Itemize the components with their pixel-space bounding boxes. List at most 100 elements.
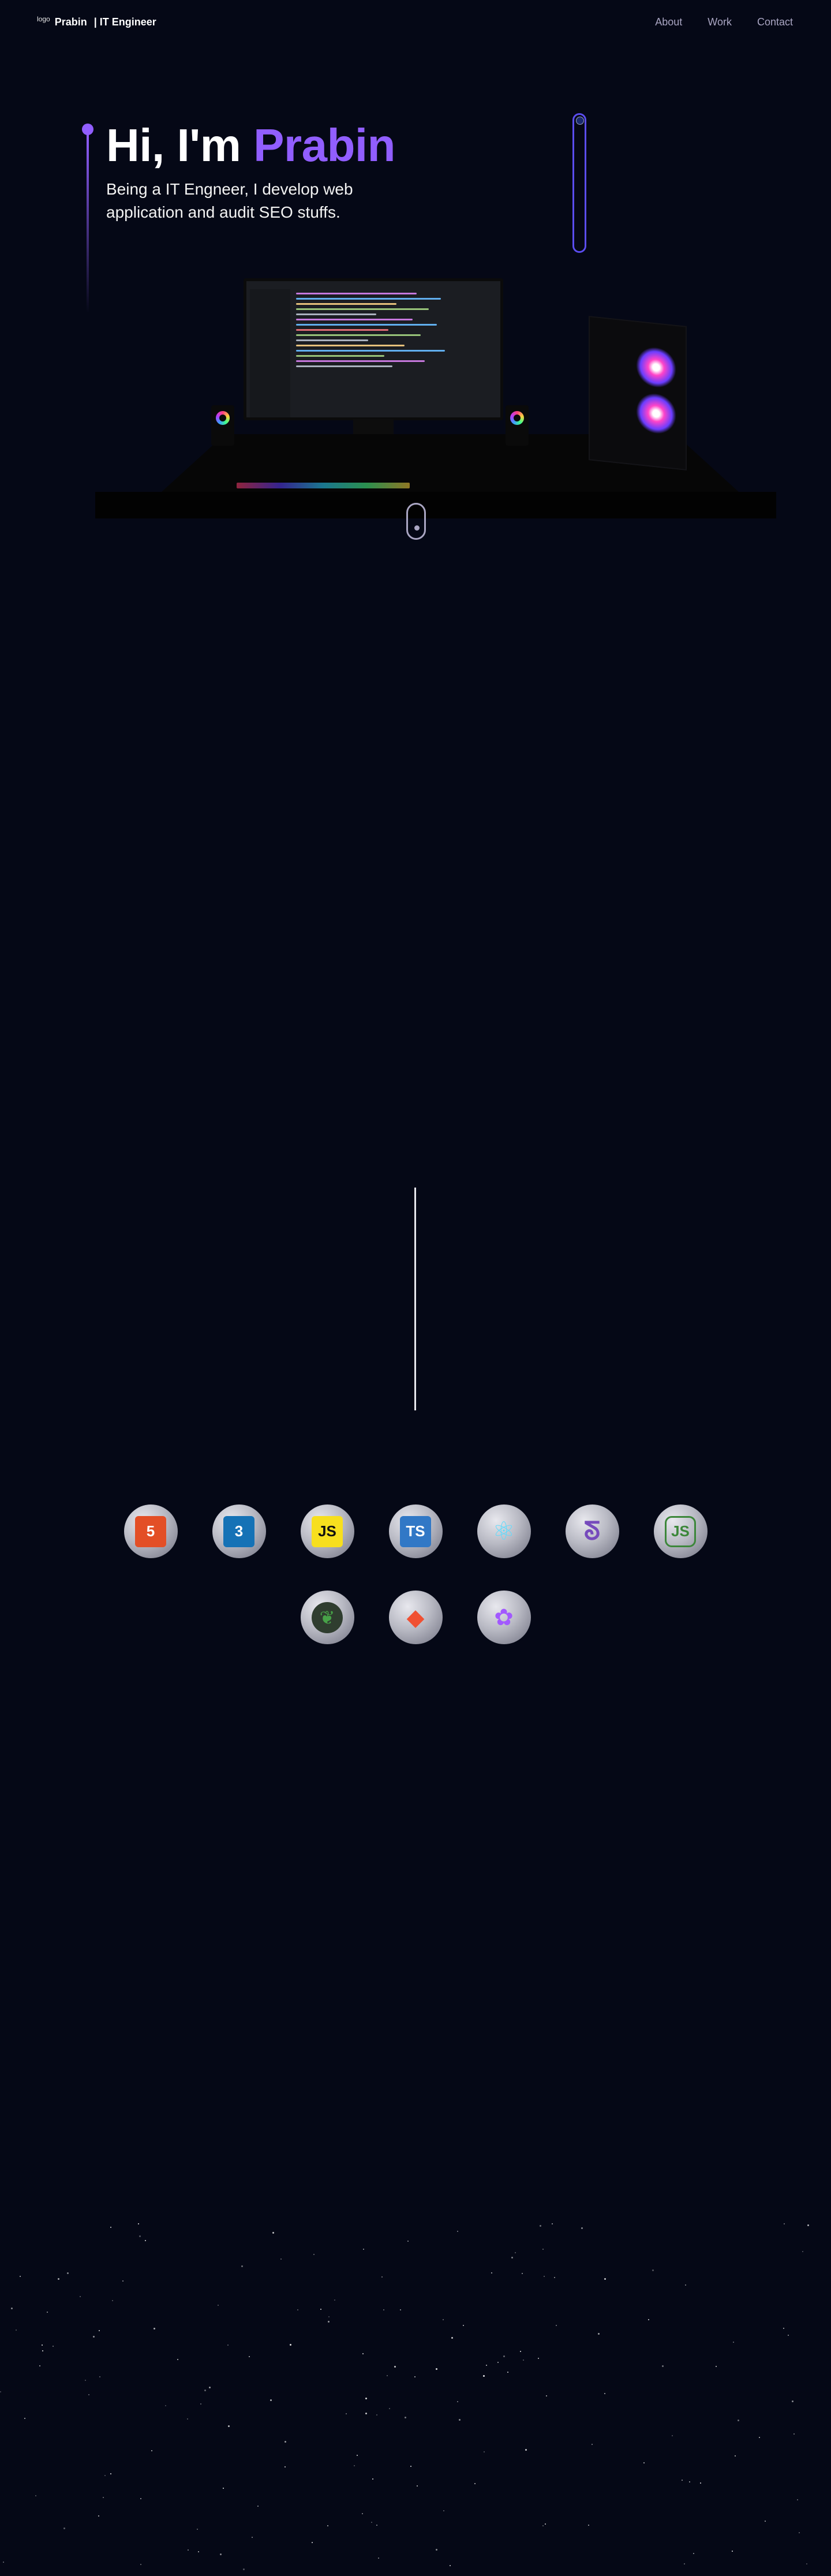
redux-logo: ᘕ (583, 1517, 601, 1545)
star (42, 2344, 43, 2346)
star (400, 2309, 401, 2310)
git-icon[interactable]: ◆ (388, 1591, 443, 1644)
star (643, 2462, 645, 2463)
brand-link[interactable]: logo Prabin | IT Engineer (37, 15, 156, 28)
computer-desk-3d-canvas[interactable] (92, 275, 779, 540)
hero-pill-decoration (572, 113, 586, 253)
star (99, 2330, 100, 2331)
pc-fan-bottom (636, 391, 676, 436)
star (759, 2437, 760, 2438)
star (652, 2269, 654, 2271)
star (200, 2403, 201, 2405)
star (371, 2522, 372, 2523)
logo-image: logo (37, 15, 50, 23)
star (451, 2337, 453, 2339)
star (103, 2497, 104, 2498)
redux-icon[interactable]: ᘕ (565, 1504, 619, 1558)
mongodb-logo: ❦ (312, 1601, 343, 1633)
star (806, 2563, 807, 2564)
star (328, 2321, 330, 2323)
star (362, 2353, 364, 2354)
star (378, 2558, 379, 2559)
star (58, 2278, 59, 2280)
star (738, 2420, 739, 2421)
star (16, 2329, 17, 2331)
brand-subtitle: | IT Engineer (93, 16, 156, 28)
figma-logo: ✿ (494, 1604, 514, 1630)
star (223, 2488, 224, 2489)
nodejs-icon[interactable]: JS (653, 1504, 708, 1558)
nav-link-about[interactable]: About (655, 16, 682, 28)
star (80, 2296, 81, 2297)
star (112, 2300, 113, 2301)
star (450, 2565, 451, 2566)
star (598, 2333, 600, 2335)
star (383, 2309, 384, 2310)
star (523, 2360, 524, 2361)
star (732, 2551, 733, 2552)
figma-icon[interactable]: ✿ (477, 1591, 531, 1644)
star (544, 2276, 545, 2277)
nav-link-contact[interactable]: Contact (757, 16, 793, 28)
star (507, 2372, 508, 2373)
scroll-indicator[interactable] (406, 503, 426, 540)
javascript-icon[interactable]: JS (300, 1504, 354, 1558)
star (165, 2405, 166, 2406)
star (542, 2249, 544, 2250)
star (684, 2563, 685, 2564)
tech-row-1: 5 3 JS TS ⚛ ᘕ JS (0, 1504, 831, 1558)
star (372, 2478, 373, 2480)
star (376, 2525, 377, 2526)
star (417, 2485, 418, 2487)
hero-name: Prabin (253, 120, 396, 171)
star (198, 2551, 199, 2552)
nav-link-work[interactable]: Work (708, 16, 732, 28)
star (228, 2425, 230, 2427)
hero-greeting: Hi, I'm (106, 120, 241, 171)
star (177, 2359, 178, 2360)
typescript-icon[interactable]: TS (388, 1504, 443, 1558)
star (556, 2325, 557, 2326)
star (682, 2480, 683, 2481)
html5-icon[interactable]: 5 (123, 1504, 178, 1558)
star (257, 2506, 259, 2507)
star (365, 2413, 367, 2414)
star (648, 2319, 649, 2320)
star (788, 2335, 789, 2336)
section-divider-line (414, 1188, 416, 1410)
css3-logo: 3 (223, 1515, 254, 1547)
star (39, 2365, 40, 2366)
star (272, 2232, 274, 2234)
star (346, 2413, 347, 2414)
pc-fan-top (636, 345, 676, 390)
star (784, 2223, 785, 2224)
star (110, 2473, 111, 2474)
react-icon[interactable]: ⚛ (477, 1504, 531, 1558)
pc-case (589, 316, 687, 471)
star (104, 2475, 106, 2476)
monitor-stand (353, 419, 394, 434)
star (554, 2277, 555, 2278)
desk-front (95, 492, 776, 518)
star (545, 2523, 546, 2525)
star (93, 2336, 95, 2338)
star (285, 2441, 286, 2443)
broken-image-icon (576, 117, 584, 125)
star (693, 2553, 694, 2554)
star (328, 2316, 330, 2317)
star (511, 2257, 513, 2258)
css3-icon[interactable]: 3 (212, 1504, 266, 1558)
star (297, 2309, 298, 2310)
star (588, 2525, 589, 2526)
star (188, 2549, 189, 2551)
star (290, 2344, 291, 2346)
star (140, 2498, 141, 2499)
mongodb-icon[interactable]: ❦ (300, 1591, 354, 1644)
star (204, 2390, 206, 2391)
star (765, 2521, 766, 2522)
star (459, 2419, 461, 2421)
tech-stack: 5 3 JS TS ⚛ ᘕ JS ❦ ◆ ✿ (0, 1504, 831, 1677)
star (685, 2284, 686, 2286)
speaker-left (211, 405, 234, 446)
star (327, 2525, 328, 2526)
